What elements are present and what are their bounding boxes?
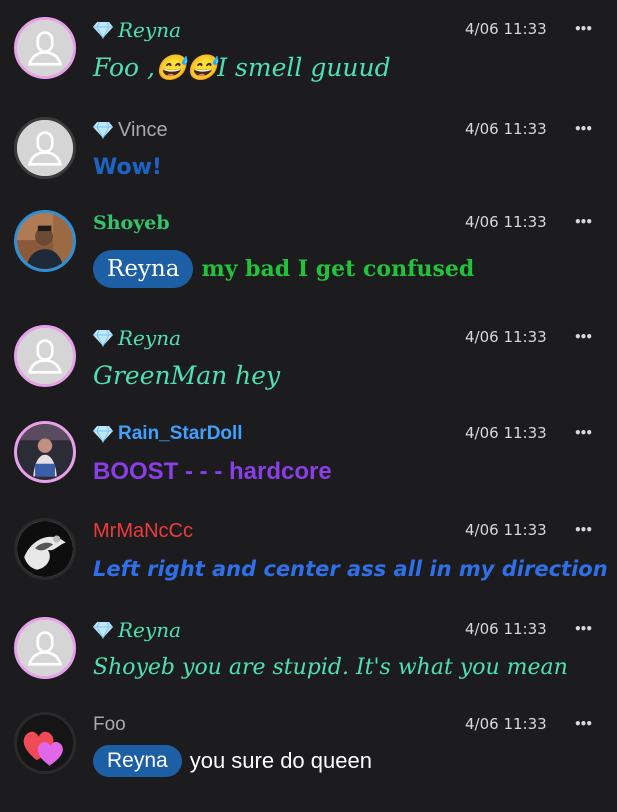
more-options-icon[interactable]: ••• [574, 426, 593, 440]
message-text: Wow! [93, 155, 162, 180]
diamond-badge-icon [93, 329, 113, 347]
more-options-icon[interactable]: ••• [574, 22, 593, 36]
message-row: Reyna 4/06 11:33 ••• GreenMan hey [0, 325, 617, 425]
diamond-badge-icon [93, 21, 113, 39]
mention-chip[interactable]: Reyna [93, 745, 182, 777]
message-text-row: Reyna my bad I get confused [93, 250, 474, 288]
name-row: Vince [93, 117, 168, 143]
message-row: Foo 4/06 11:33 ••• Reyna you sure do que… [0, 712, 617, 812]
message-text-row: Foo ,😅😅I smell guuud [93, 51, 391, 85]
name-row: Reyna [93, 325, 181, 351]
timestamp: 4/06 11:33 [465, 20, 547, 38]
name-row: MrMaNcCc [93, 518, 193, 544]
message-text: Shoyeb you are stupid. It's what you mea… [93, 655, 568, 680]
timestamp: 4/06 11:33 [465, 120, 547, 138]
username[interactable]: MrMaNcCc [93, 518, 193, 544]
timestamp: 4/06 11:33 [465, 213, 547, 231]
timestamp: 4/06 11:33 [465, 715, 547, 733]
name-row: Reyna [93, 617, 181, 643]
hearts-avatar-icon[interactable] [14, 712, 76, 774]
message-text: GreenMan hey [93, 361, 281, 390]
message-row: Vince 4/06 11:33 ••• Wow! [0, 117, 617, 217]
diamond-badge-icon [93, 425, 113, 443]
more-options-icon[interactable]: ••• [574, 523, 593, 537]
message-text: my bad I get confused [201, 256, 475, 282]
timestamp: 4/06 11:33 [465, 521, 547, 539]
message-text-row: Left right and center ass all in my dire… [93, 552, 608, 586]
username[interactable]: Reyna [118, 617, 181, 643]
message-text-row: Wow! [93, 151, 162, 185]
diamond-badge-icon [93, 621, 113, 639]
message-text: Left right and center ass all in my dire… [93, 557, 608, 581]
name-row: Rain_StarDoll [93, 421, 243, 447]
more-options-icon[interactable]: ••• [574, 122, 593, 136]
name-row: Shoyeb [93, 210, 170, 236]
username[interactable]: Foo [93, 712, 126, 738]
more-options-icon[interactable]: ••• [574, 330, 593, 344]
name-row: Reyna [93, 17, 181, 43]
message-text: BOOST - - - hardcore [93, 458, 332, 485]
diamond-badge-icon [93, 121, 113, 139]
message-row: Shoyeb 4/06 11:33 ••• Reyna my bad I get… [0, 210, 617, 310]
chat-message-list[interactable]: Reyna 4/06 11:33 ••• Foo ,😅😅I smell guuu… [0, 0, 617, 800]
username[interactable]: Reyna [118, 17, 181, 43]
message-text-row: BOOST - - - hardcore [93, 455, 332, 489]
timestamp: 4/06 11:33 [465, 620, 547, 638]
username[interactable]: Rain_StarDoll [118, 421, 243, 447]
username[interactable]: Vince [118, 117, 168, 143]
message-text: you sure do queen [189, 748, 372, 773]
default-avatar-icon[interactable] [14, 17, 76, 79]
more-options-icon[interactable]: ••• [574, 717, 593, 731]
user-photo-avatar[interactable] [14, 210, 76, 272]
message-text-row: GreenMan hey [93, 359, 280, 393]
message-text-row: Reyna you sure do queen [93, 744, 372, 778]
default-avatar-icon[interactable] [14, 325, 76, 387]
username[interactable]: Shoyeb [93, 210, 170, 236]
more-options-icon[interactable]: ••• [574, 215, 593, 229]
default-avatar-icon[interactable] [14, 117, 76, 179]
name-row: Foo [93, 712, 126, 738]
default-avatar-icon[interactable] [14, 617, 76, 679]
message-row: Reyna 4/06 11:33 ••• Foo ,😅😅I smell guuu… [0, 17, 617, 117]
message-row: Reyna 4/06 11:33 ••• Shoyeb you are stup… [0, 617, 617, 717]
user-photo-avatar[interactable] [14, 518, 76, 580]
mention-chip[interactable]: Reyna [93, 250, 194, 288]
timestamp: 4/06 11:33 [465, 424, 547, 442]
more-options-icon[interactable]: ••• [574, 622, 593, 636]
timestamp: 4/06 11:33 [465, 328, 547, 346]
message-row: MrMaNcCc 4/06 11:33 ••• Left right and c… [0, 518, 617, 618]
message-text-row: Shoyeb you are stupid. It's what you mea… [93, 651, 568, 685]
user-photo-avatar[interactable] [14, 421, 76, 483]
message-row: Rain_StarDoll 4/06 11:33 ••• BOOST - - -… [0, 421, 617, 521]
message-text: Foo ,😅😅I smell guuud [93, 53, 391, 82]
username[interactable]: Reyna [118, 325, 181, 351]
